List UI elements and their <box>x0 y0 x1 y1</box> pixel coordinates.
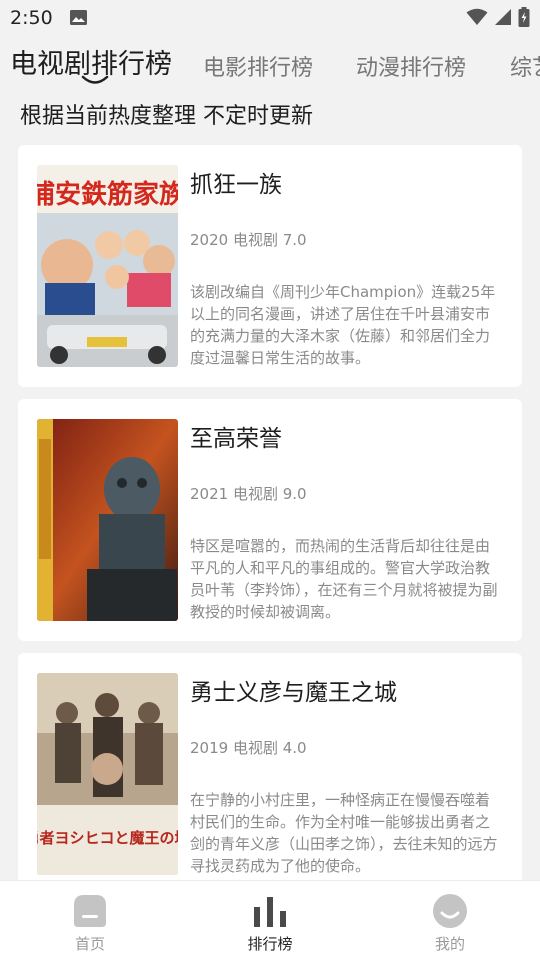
tab-variety-ranking[interactable]: 综艺 <box>510 50 540 82</box>
ranking-card[interactable]: 勇者ヨシヒコと魔王の城 勇士义彦与魔王之城 2019 电视剧 4.0 在宁静的小… <box>18 653 522 895</box>
nav-ranking[interactable]: 排行榜 <box>180 881 360 960</box>
ranking-card[interactable]: 浦安鉄筋家族 抓狂一族 2020 电视剧 7.0 该剧改编自《周刊少年Champ… <box>18 145 522 387</box>
ranking-card[interactable]: 至高荣誉 2021 电视剧 9.0 特区是喧嚣的，而热闹的生活背后却往往是由平凡… <box>18 399 522 641</box>
tab-anime-ranking[interactable]: 动漫排行榜 <box>356 50 466 82</box>
card-description: 该剧改编自《周刊少年Champion》连载25年以上的同名漫画，讲述了居住在千叶… <box>190 283 496 367</box>
nav-ranking-label: 排行榜 <box>247 935 293 953</box>
ranking-subtitle: 根据当前热度整理 不定时更新 <box>20 104 313 129</box>
active-tab-indicator <box>81 75 109 84</box>
nav-home-label: 首页 <box>74 935 105 953</box>
card-meta: 2020 电视剧 7.0 <box>190 231 307 249</box>
home-icon <box>74 895 106 927</box>
ranking-screen: 2:50 电视剧排行榜 电影排行榜 动漫排行榜 综艺 根据当 <box>0 0 540 960</box>
poster-image: 浦安鉄筋家族 <box>37 165 178 367</box>
card-meta: 2021 电视剧 9.0 <box>190 485 307 503</box>
nav-home[interactable]: 首页 <box>0 881 180 960</box>
wifi-icon <box>466 8 488 25</box>
status-time: 2:50 <box>10 7 53 29</box>
poster-title-text: 浦安鉄筋家族 <box>37 179 178 210</box>
nav-profile-label: 我的 <box>434 935 465 953</box>
card-description: 在宁静的小村庄里，一种怪病正在慢慢吞噬着村民们的生命。作为全村唯一能够拔出勇者之… <box>190 791 498 875</box>
status-icons <box>466 7 530 27</box>
card-meta: 2019 电视剧 4.0 <box>190 739 307 757</box>
status-bar: 2:50 <box>0 0 540 36</box>
battery-icon <box>518 7 530 27</box>
poster-image: 勇者ヨシヒコと魔王の城 <box>37 673 178 875</box>
card-title: 勇士义彦与魔王之城 <box>190 680 397 706</box>
card-description: 特区是喧嚣的，而热闹的生活背后却往往是由平凡的人和平凡的事组成的。警官大学政治教… <box>190 537 498 621</box>
poster-image <box>37 419 178 621</box>
signal-icon <box>495 9 511 25</box>
image-notification-icon <box>70 10 87 25</box>
ranking-icon <box>254 897 286 927</box>
nav-profile[interactable]: 我的 <box>360 881 540 960</box>
bottom-navigation: 首页 排行榜 我的 <box>0 880 540 960</box>
tab-movie-ranking[interactable]: 电影排行榜 <box>203 50 313 82</box>
category-tabs: 电视剧排行榜 电影排行榜 动漫排行榜 综艺 <box>0 44 540 92</box>
profile-icon <box>433 894 467 928</box>
poster-title-text: 勇者ヨシヒコと魔王の城 <box>37 829 178 847</box>
card-title: 至高荣誉 <box>190 426 282 452</box>
card-title: 抓狂一族 <box>190 172 282 198</box>
